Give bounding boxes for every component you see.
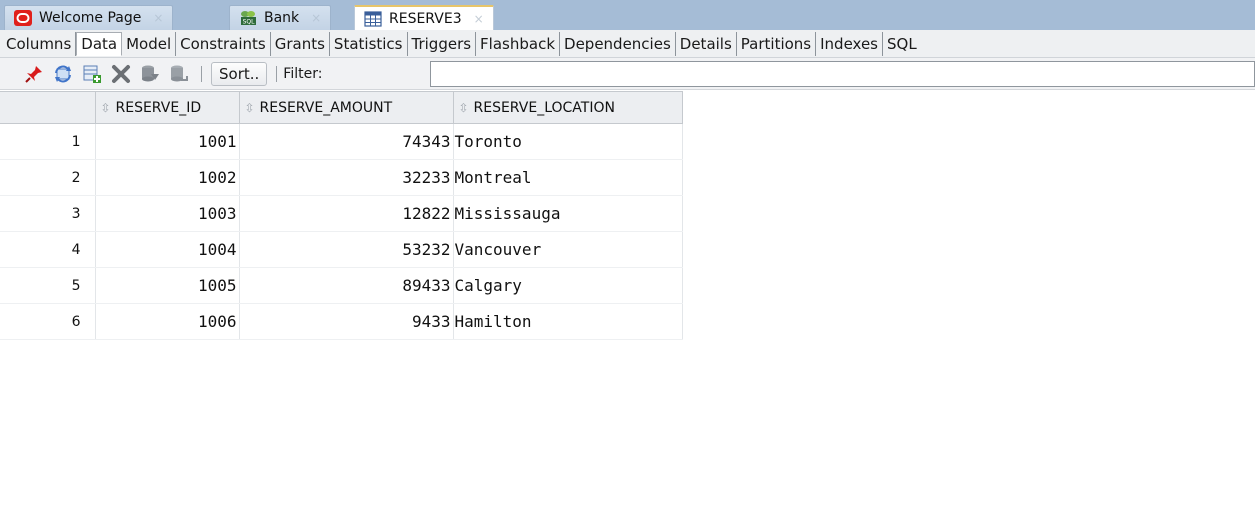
- cell-reserve-id[interactable]: 1003: [95, 195, 240, 232]
- subtab-partitions[interactable]: Partitions: [737, 31, 817, 56]
- refresh-icon[interactable]: [53, 64, 73, 84]
- tab-label: Bank: [264, 10, 300, 26]
- table-row[interactable]: 3 1003 12822 Mississauga: [0, 195, 683, 232]
- subtab-indexes[interactable]: Indexes: [816, 31, 884, 56]
- cell-reserve-location[interactable]: Hamilton: [453, 303, 683, 340]
- results-table: ⇳ RESERVE_ID ⇳ RESERVE_AMOUNT ⇳ RESERVE_LOC…: [0, 91, 683, 340]
- sort-arrows-icon: ⇳: [100, 100, 111, 115]
- pin-icon[interactable]: [24, 64, 44, 84]
- toolbar-separator: [201, 65, 202, 82]
- close-tab-icon[interactable]: ×: [311, 11, 321, 25]
- insert-row-icon[interactable]: [82, 64, 102, 84]
- close-tab-icon[interactable]: ×: [153, 11, 163, 25]
- tab-bank[interactable]: SQL Bank ×: [229, 5, 332, 30]
- cell-reserve-location[interactable]: Montreal: [453, 159, 683, 196]
- cell-reserve-id[interactable]: 1006: [95, 303, 240, 340]
- subtab-columns[interactable]: Columns: [2, 31, 77, 56]
- close-tab-icon[interactable]: ×: [474, 12, 484, 26]
- filter-input[interactable]: [430, 61, 1255, 87]
- cell-reserve-id[interactable]: 1001: [95, 123, 240, 160]
- delete-row-icon[interactable]: [111, 64, 131, 84]
- table-row[interactable]: 1 1001 74343 Toronto: [0, 123, 683, 160]
- data-toolbar: Sort.. Filter:: [0, 58, 1255, 90]
- data-grid: ⇳ RESERVE_ID ⇳ RESERVE_AMOUNT ⇳ RESERVE_LOC…: [0, 91, 1255, 523]
- cell-reserve-id[interactable]: 1002: [95, 159, 240, 196]
- tab-label: RESERVE3: [389, 11, 462, 27]
- cell-reserve-location[interactable]: Calgary: [453, 267, 683, 304]
- cell-reserve-amount[interactable]: 53232: [239, 231, 454, 268]
- table-row[interactable]: 5 1005 89433 Calgary: [0, 267, 683, 304]
- object-sub-tabs: Columns Data Model Constraints Grants St…: [0, 30, 1255, 58]
- sort-button[interactable]: Sort..: [211, 61, 268, 86]
- subtab-triggers[interactable]: Triggers: [408, 31, 477, 56]
- cell-reserve-location[interactable]: Vancouver: [453, 231, 683, 268]
- sql-connection-icon: SQL: [241, 11, 256, 26]
- tab-reserve3[interactable]: RESERVE3 ×: [354, 5, 494, 31]
- row-number[interactable]: 2: [0, 159, 96, 196]
- toolbar-separator: [276, 65, 278, 82]
- cell-reserve-location[interactable]: Mississauga: [453, 195, 683, 232]
- sort-arrows-icon: ⇳: [244, 100, 255, 115]
- cell-reserve-amount[interactable]: 89433: [239, 267, 454, 304]
- subtab-model[interactable]: Model: [122, 31, 177, 56]
- table-grid-icon: [364, 11, 382, 27]
- tab-welcome-page[interactable]: Welcome Page ×: [4, 5, 174, 30]
- commit-icon[interactable]: [140, 64, 160, 84]
- cell-reserve-location[interactable]: Toronto: [453, 123, 683, 160]
- table-row[interactable]: 2 1002 32233 Montreal: [0, 159, 683, 196]
- cell-reserve-amount[interactable]: 12822: [239, 195, 454, 232]
- table-header-row: ⇳ RESERVE_ID ⇳ RESERVE_AMOUNT ⇳ RESERVE_LOC…: [0, 91, 683, 124]
- cell-reserve-id[interactable]: 1004: [95, 231, 240, 268]
- subtab-details[interactable]: Details: [676, 31, 737, 56]
- column-header-label: RESERVE_LOCATION: [473, 99, 615, 116]
- subtab-constraints[interactable]: Constraints: [176, 31, 271, 56]
- row-number[interactable]: 1: [0, 123, 96, 160]
- row-number[interactable]: 5: [0, 267, 96, 304]
- column-header-reserve-amount[interactable]: ⇳ RESERVE_AMOUNT: [238, 91, 454, 124]
- column-header-reserve-id[interactable]: ⇳ RESERVE_ID: [94, 91, 240, 124]
- subtab-statistics[interactable]: Statistics: [330, 31, 408, 56]
- filter-label: Filter:: [283, 65, 323, 82]
- column-header-reserve-location[interactable]: ⇳ RESERVE_LOCATION: [452, 91, 683, 124]
- editor-tab-strip: Welcome Page × SQL Bank × RESERVE3 ×: [0, 0, 1255, 31]
- tab-label: Welcome Page: [39, 10, 142, 26]
- column-header-label: RESERVE_AMOUNT: [259, 99, 393, 116]
- row-number[interactable]: 3: [0, 195, 96, 232]
- rollback-icon[interactable]: [169, 64, 189, 84]
- sql-developer-window: Welcome Page × SQL Bank × RESERVE3 × Col…: [0, 0, 1255, 523]
- subtab-grants[interactable]: Grants: [271, 31, 330, 56]
- subtab-flashback[interactable]: Flashback: [476, 31, 561, 56]
- oracle-logo-icon: [14, 10, 32, 26]
- cell-reserve-id[interactable]: 1005: [95, 267, 240, 304]
- table-row[interactable]: 4 1004 53232 Vancouver: [0, 231, 683, 268]
- subtab-sql[interactable]: SQL: [883, 32, 921, 56]
- cell-reserve-amount[interactable]: 74343: [239, 123, 454, 160]
- table-row[interactable]: 6 1006 9433 Hamilton: [0, 303, 683, 340]
- row-number[interactable]: 6: [0, 303, 96, 340]
- sort-arrows-icon: ⇳: [458, 100, 469, 115]
- row-number[interactable]: 4: [0, 231, 96, 268]
- cell-reserve-amount[interactable]: 32233: [239, 159, 454, 196]
- row-header-corner[interactable]: [0, 91, 96, 124]
- cell-reserve-amount[interactable]: 9433: [239, 303, 454, 340]
- svg-text:SQL: SQL: [243, 19, 256, 26]
- subtab-dependencies[interactable]: Dependencies: [560, 31, 676, 56]
- column-header-label: RESERVE_ID: [115, 99, 202, 116]
- subtab-data[interactable]: Data: [76, 31, 123, 56]
